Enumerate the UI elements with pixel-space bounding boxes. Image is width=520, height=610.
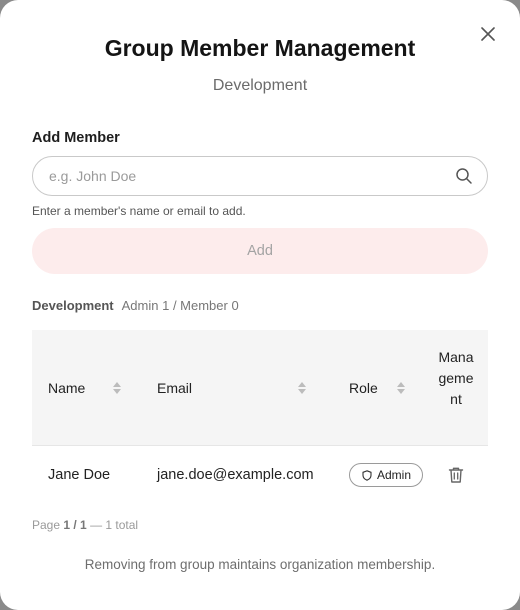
column-header-role[interactable]: Role	[349, 330, 405, 446]
members-table: Name Email Role Management Jane Doe jane…	[32, 330, 488, 504]
shield-icon	[362, 469, 372, 481]
role-label: Admin	[377, 468, 412, 482]
group-summary: Development Admin 1 / Member 0	[32, 298, 239, 313]
column-header-email[interactable]: Email	[157, 330, 307, 446]
modal-title: Group Member Management	[104, 35, 416, 61]
member-email: jane.doe@example.com	[157, 467, 314, 483]
sort-icon	[113, 382, 122, 394]
member-search-input[interactable]	[49, 157, 449, 195]
column-header-name[interactable]: Name	[48, 330, 122, 446]
search-icon[interactable]	[455, 167, 473, 185]
page-total: — 1 total	[90, 518, 139, 532]
group-counts: Admin 1 / Member 0	[121, 298, 239, 313]
trash-icon[interactable]	[446, 465, 466, 485]
add-member-label: Add Member	[32, 130, 120, 146]
sort-icon	[298, 382, 307, 394]
pagination-info: Page 1 / 1 — 1 total	[32, 518, 139, 532]
modal-subtitle: Development	[212, 77, 308, 94]
sort-icon	[396, 382, 405, 394]
page-current: 1 / 1	[63, 518, 87, 532]
table-row: Jane Doe jane.doe@example.com Admin	[32, 446, 488, 504]
add-member-button[interactable]: Add	[32, 228, 488, 274]
member-name: Jane Doe	[48, 467, 111, 483]
add-member-hint: Enter a member's name or email to add.	[32, 204, 246, 218]
table-header: Name Email Role Management	[32, 330, 488, 446]
member-search-field	[32, 156, 488, 196]
column-header-management: Management	[438, 349, 474, 407]
group-member-modal: Group Member Management Development Add …	[0, 0, 520, 610]
member-role-cell: Admin	[349, 446, 424, 504]
footer-note: Removing from group maintains organizati…	[84, 557, 436, 572]
group-name: Development	[32, 298, 114, 313]
role-badge[interactable]: Admin	[349, 463, 424, 487]
